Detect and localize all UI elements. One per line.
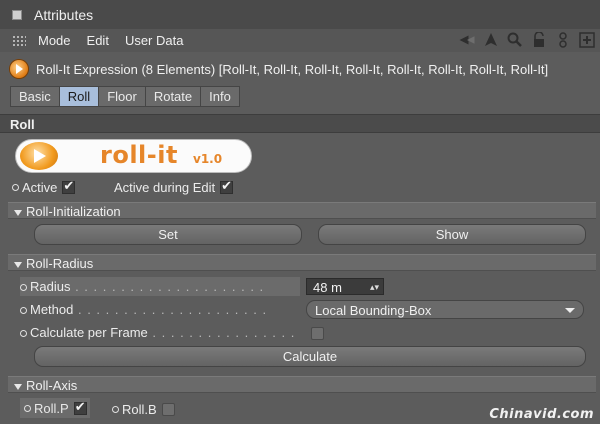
keyframe-dot-icon[interactable] [20,284,27,292]
active-edit-label: Active during Edit [114,179,216,195]
menu-mode[interactable]: Mode [38,33,71,48]
logo-text: roll-it [100,141,178,169]
roll-p-row: Roll.P [20,398,90,418]
object-title: Roll-It Expression (8 Elements) [Roll-It… [36,61,549,77]
new-panel-icon[interactable] [578,31,596,49]
window-titlebar: Attributes [0,0,600,30]
roll-it-object-icon [10,60,28,78]
menu-bar: Mode Edit User Data [0,29,600,52]
menu-edit[interactable]: Edit [87,33,109,48]
roll-radius-title: Roll-Radius [26,256,94,271]
keyframe-dot-icon[interactable] [20,330,27,338]
spinner-icon[interactable]: ▴▾ [370,279,379,296]
collapse-triangle-icon [14,261,22,268]
logo-play-icon [20,142,58,170]
method-label-row: Method . . . . . . . . . . . . . . . . .… [20,300,300,319]
calc-per-frame-checkbox[interactable] [311,327,324,340]
collapse-triangle-icon [14,383,22,390]
active-edit-row: Active during Edit [114,178,234,196]
roll-b-row: Roll.B [112,400,175,418]
roll-axis-title: Roll-Axis [26,378,78,393]
collapse-triangle-icon [14,209,22,216]
roll-axis-header[interactable]: Roll-Axis [8,376,596,393]
radius-value: 48 m [313,280,342,295]
roll-p-checkbox[interactable] [73,400,87,415]
keyframe-dot-icon[interactable] [112,405,119,413]
method-dropdown[interactable]: Local Bounding-Box [306,300,584,319]
radius-label-row: Radius . . . . . . . . . . . . . . . . .… [20,277,300,296]
tab-rotate[interactable]: Rotate [144,86,201,107]
tab-floor[interactable]: Floor [98,86,145,107]
calc-per-frame-row: Calculate per Frame . . . . . . . . . . … [20,323,300,342]
window-title: Attributes [34,6,94,23]
logo-version: v1.0 [193,152,223,166]
search-icon[interactable] [506,31,524,49]
roll-p-label: Roll.P [34,400,69,416]
roll-initialization-header[interactable]: Roll-Initialization [8,202,596,219]
radius-label: Radius [30,279,71,294]
object-header: Roll-It Expression (8 Elements) [Roll-It… [0,55,600,83]
active-label: Active [22,179,58,195]
active-checkbox[interactable] [62,179,76,194]
link-icon[interactable] [554,31,572,49]
tab-info[interactable]: Info [200,86,240,107]
method-label: Method [30,302,74,317]
tab-basic[interactable]: Basic [10,86,59,107]
roll-radius-header[interactable]: Roll-Radius [8,254,596,271]
menu-user-data[interactable]: User Data [125,33,184,48]
active-row: Active [12,178,76,196]
set-button[interactable]: Set [34,224,302,245]
keyframe-dot-icon[interactable] [20,307,27,315]
roll-b-label: Roll.B [122,401,157,417]
tab-bar: Basic Roll Floor Rotate Info [10,86,240,107]
up-arrow-icon[interactable] [482,31,500,49]
calc-per-frame-label: Calculate per Frame [30,325,148,340]
active-edit-checkbox[interactable] [220,179,234,194]
keyframe-dot-icon[interactable] [12,183,19,191]
window-icon [12,9,22,20]
watermark: Chinavid.com [489,407,594,422]
show-button[interactable]: Show [318,224,586,245]
calculate-button[interactable]: Calculate [34,346,586,367]
keyframe-dot-icon[interactable] [24,404,31,412]
method-value: Local Bounding-Box [315,303,432,318]
roll-initialization-title: Roll-Initialization [26,204,121,219]
radius-field[interactable]: 48 m ▴▾ [306,278,384,295]
roll-b-checkbox[interactable] [161,402,175,416]
tab-roll[interactable]: Roll [58,86,99,107]
chevron-down-icon [565,308,575,313]
section-title: Roll [0,114,600,133]
toolbar [458,31,596,49]
lock-icon[interactable] [530,31,548,49]
grip-icon[interactable] [12,34,26,47]
roll-it-logo: roll-it v1.0 [15,139,252,173]
back-arrow-icon[interactable] [458,31,476,49]
